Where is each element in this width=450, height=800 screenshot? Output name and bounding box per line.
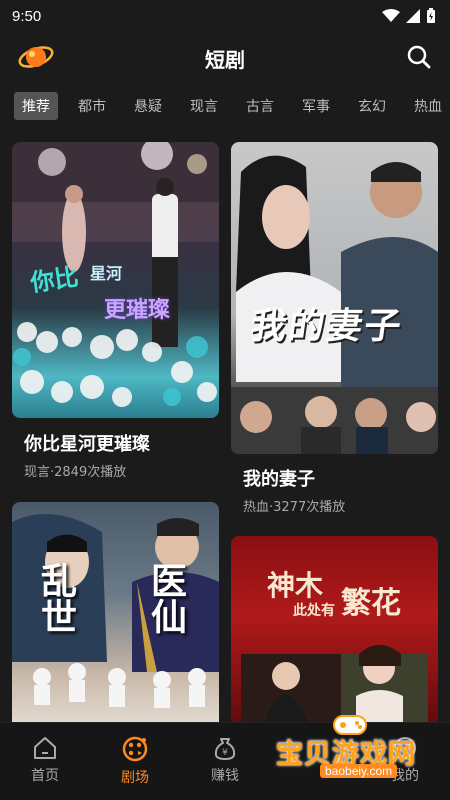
watermark-url: baobeiy.com (320, 764, 398, 778)
nav-home-label: 首页 (31, 768, 59, 784)
tab-recommend[interactable]: 推荐 (14, 92, 58, 120)
search-button[interactable] (404, 42, 434, 72)
category-tabs: 推荐 都市 悬疑 现言 古言 军事 玄幻 热血 (0, 90, 450, 122)
tab-suspense[interactable]: 悬疑 (126, 92, 170, 120)
poster-title-1: 乱世 (35, 562, 77, 634)
status-icons (382, 8, 436, 24)
app-header: 短剧 (0, 32, 450, 86)
drama-card[interactable]: 我的妻子 (231, 142, 438, 454)
film-reel-icon (122, 736, 148, 762)
tab-military[interactable]: 军事 (294, 92, 338, 120)
poster-title-3: 繁花 (341, 586, 401, 621)
poster-title-1: 你比 (28, 261, 81, 298)
site-watermark: 宝贝游戏网 baobeiy.com (270, 708, 450, 783)
nav-home[interactable]: 首页 (0, 723, 90, 800)
tab-action[interactable]: 热血 (406, 92, 450, 120)
tab-fantasy[interactable]: 玄幻 (350, 92, 394, 120)
poster-title-3: 更璀璨 (104, 297, 171, 323)
poster-title-1: 神木 (267, 569, 324, 602)
nav-theater-label: 剧场 (121, 770, 149, 786)
poster-image (241, 645, 428, 732)
poster-title: 我的妻子 (247, 305, 406, 347)
money-bag-icon: ¥ (214, 738, 236, 760)
wifi-icon (382, 9, 400, 22)
drama-meta: 热血·3277次播放 (243, 500, 346, 515)
home-icon (34, 737, 56, 759)
poster-title-2: 医仙 (145, 562, 187, 634)
search-icon (407, 45, 431, 69)
drama-card[interactable]: 神木 此处有 繁花 (231, 536, 438, 732)
page-title: 短剧 (205, 48, 245, 72)
poster-title-2: 星河 (90, 264, 123, 283)
poster-title-2: 此处有 (293, 603, 335, 619)
drama-card[interactable]: 乱世 医仙 (12, 502, 219, 732)
nav-earn-label: 赚钱 (211, 768, 239, 784)
nav-earn[interactable]: ¥ 赚钱 (180, 723, 270, 800)
status-time: 9:50 (12, 7, 42, 25)
tab-ancient-romance[interactable]: 古言 (238, 92, 282, 120)
drama-title[interactable]: 我的妻子 (243, 465, 315, 491)
battery-icon (427, 8, 435, 23)
signal-icon (406, 9, 420, 23)
tab-urban[interactable]: 都市 (70, 92, 114, 120)
nav-theater[interactable]: 剧场 (90, 723, 180, 800)
drama-card[interactable]: 你比 星河 更璀璨 (12, 142, 219, 418)
drama-title[interactable]: 你比星河更璀璨 (24, 430, 150, 456)
tab-modern-romance[interactable]: 现言 (182, 92, 226, 120)
drama-meta: 现言·2849次播放 (24, 465, 127, 480)
svg-text:¥: ¥ (222, 748, 228, 758)
status-bar: 9:50 (0, 0, 450, 32)
